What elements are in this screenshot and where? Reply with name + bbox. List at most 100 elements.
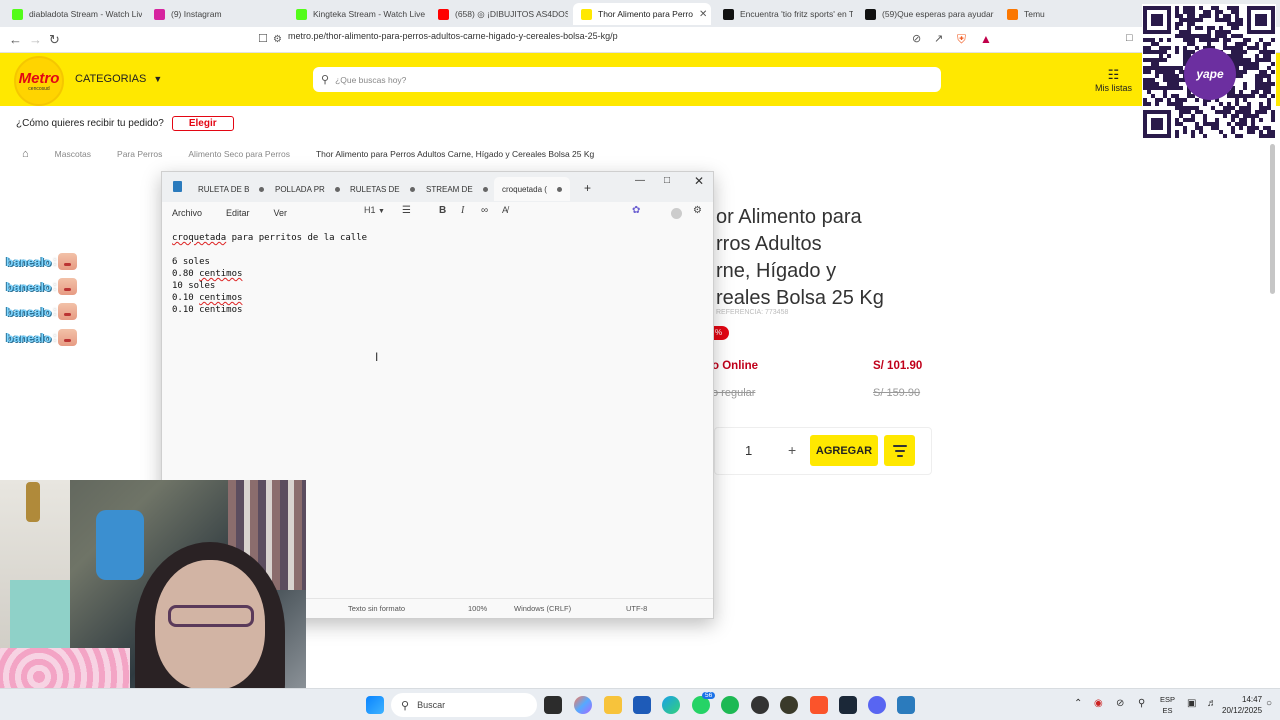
- categories-menu[interactable]: CATEGORIAS ▼: [75, 73, 162, 85]
- qr-module: [1259, 74, 1263, 78]
- menu-ver[interactable]: Ver: [274, 208, 288, 218]
- qr-module: [1155, 98, 1159, 102]
- qr-module: [1163, 70, 1167, 74]
- minimize-icon[interactable]: —: [635, 175, 645, 186]
- account-icon[interactable]: [671, 208, 682, 219]
- browser-tab[interactable]: diabladota Stream - Watch Liv: [4, 3, 142, 25]
- chat-message: banealo:: [6, 329, 78, 346]
- task-view-icon[interactable]: [544, 696, 562, 714]
- notepad-taskbar-icon[interactable]: [897, 696, 915, 714]
- qr-module: [1227, 38, 1231, 42]
- heading-select[interactable]: H1 ▼: [364, 205, 385, 215]
- copilot-icon[interactable]: ✿: [632, 205, 640, 216]
- metro-logo[interactable]: Metro cencosud: [14, 56, 64, 106]
- elegir-button[interactable]: Elegir: [171, 116, 234, 131]
- browser-tab[interactable]: (658) ◎ ¡DIBUJITOS AS4DOS: [430, 3, 568, 25]
- menu-archivo[interactable]: Archivo: [172, 208, 202, 218]
- app-icon[interactable]: [780, 696, 798, 714]
- sidebar-icon[interactable]: □: [1126, 32, 1133, 44]
- monitor-icon[interactable]: ▣: [1187, 698, 1196, 709]
- taskbar-clock[interactable]: 14:47 20/12/2025: [1222, 694, 1262, 716]
- qr-module: [1235, 6, 1239, 10]
- menu-editar[interactable]: Editar: [226, 208, 250, 218]
- obs-icon[interactable]: [751, 696, 769, 714]
- new-tab-icon[interactable]: +: [584, 181, 591, 195]
- close-icon[interactable]: ✕: [694, 174, 704, 188]
- bookmark-icon[interactable]: ☐: [258, 32, 268, 45]
- browser-tab[interactable]: Encuentra 'tio fritz sports' en T: [715, 3, 853, 25]
- edge-icon[interactable]: [662, 696, 680, 714]
- qr-module: [1183, 126, 1187, 130]
- qr-module: [1223, 14, 1227, 18]
- steam-icon[interactable]: [839, 696, 857, 714]
- chevron-up-icon[interactable]: ⌃: [1074, 698, 1082, 709]
- notification-icon[interactable]: ○: [1266, 698, 1272, 709]
- notepad-tab[interactable]: RULETA DE B: [190, 177, 272, 201]
- notepad-tab[interactable]: RULETAS DE: [342, 177, 423, 201]
- discord-icon[interactable]: [868, 696, 886, 714]
- notepad-text-area[interactable]: croquetada para perritos de la calle 6 so…: [172, 232, 367, 316]
- list-format-icon[interactable]: ☰: [402, 205, 411, 216]
- file-explorer-icon[interactable]: [604, 696, 622, 714]
- qr-module: [1247, 102, 1251, 106]
- reload-icon[interactable]: ↻: [49, 32, 60, 48]
- breadcrumb-item[interactable]: Mascotas: [55, 149, 91, 159]
- status-zoom[interactable]: 100%: [468, 604, 487, 613]
- add-to-cart-button[interactable]: AGREGAR: [810, 435, 878, 466]
- browser-tab[interactable]: Thor Alimento para Perro ✕: [573, 3, 711, 25]
- qr-module: [1147, 38, 1151, 42]
- browser-tab[interactable]: Kingteka Stream - Watch Live o: [288, 3, 426, 25]
- mis-listas-button[interactable]: ☷ Mis listas: [1095, 67, 1132, 93]
- qr-module: [1235, 58, 1239, 62]
- microphone-icon[interactable]: ⚲: [1138, 698, 1145, 709]
- taskbar-search[interactable]: ⚲ Buscar: [391, 693, 537, 717]
- browser-tab[interactable]: Temu: [999, 3, 1119, 25]
- brave-rewards-icon[interactable]: ▲: [980, 32, 992, 46]
- notepad-tab[interactable]: croquetada (: [494, 177, 570, 201]
- browser-tab[interactable]: (59)Que esperas para ayudar: [857, 3, 995, 25]
- qr-module: [1223, 46, 1227, 50]
- tray-app-icon[interactable]: ◉: [1094, 698, 1103, 709]
- back-icon[interactable]: ←: [9, 32, 22, 47]
- notepad-tab[interactable]: POLLADA PR: [267, 177, 348, 201]
- store-icon[interactable]: [633, 696, 651, 714]
- qr-module: [1239, 70, 1243, 74]
- text-run: 0.80: [172, 269, 200, 279]
- quantity-plus-button[interactable]: +: [788, 442, 796, 458]
- qr-module: [1231, 26, 1235, 30]
- tray-network-off-icon[interactable]: ⊘: [1116, 698, 1124, 709]
- page-scrollbar[interactable]: [1268, 140, 1278, 688]
- qr-module: [1227, 110, 1231, 114]
- forward-icon[interactable]: →: [29, 32, 42, 47]
- url-field[interactable]: metro.pe/thor-alimento-para-perros-adult…: [288, 31, 618, 41]
- copilot-icon[interactable]: [574, 696, 592, 714]
- link-icon[interactable]: ∞: [481, 205, 488, 216]
- browser-tab[interactable]: (9) Instagram: [146, 3, 284, 25]
- notepad-tab[interactable]: STREAM DE: [418, 177, 496, 201]
- tracking-icon[interactable]: ⊘: [912, 32, 921, 45]
- brave-shield-icon[interactable]: ⛨: [957, 32, 966, 47]
- settings-gear-icon[interactable]: ⚙: [693, 205, 702, 216]
- site-info-icon[interactable]: ⚙: [273, 34, 282, 45]
- text-line: 0.80 centimos: [172, 268, 367, 280]
- quantity-value[interactable]: 1: [745, 443, 752, 458]
- scrollbar-thumb[interactable]: [1270, 144, 1275, 294]
- clear-format-icon[interactable]: A̸: [502, 205, 508, 215]
- language-indicator[interactable]: ESP ES: [1160, 694, 1175, 716]
- breadcrumb-item[interactable]: Para Perros: [117, 149, 162, 159]
- brave-icon[interactable]: [810, 696, 828, 714]
- qr-module: [1255, 86, 1259, 90]
- breadcrumb-item[interactable]: Alimento Seco para Perros: [188, 149, 290, 159]
- volume-icon[interactable]: ♬: [1207, 698, 1217, 709]
- search-input[interactable]: ⚲ ¿Que buscas hoy?: [313, 67, 941, 92]
- home-icon[interactable]: ⌂: [22, 148, 29, 160]
- bold-icon[interactable]: B: [439, 205, 446, 216]
- italic-icon[interactable]: I: [461, 205, 464, 216]
- share-icon[interactable]: ↗: [934, 32, 943, 45]
- start-icon[interactable]: [366, 696, 384, 714]
- spotify-icon[interactable]: [721, 696, 739, 714]
- close-tab-icon[interactable]: ✕: [699, 9, 707, 20]
- maximize-icon[interactable]: □: [664, 175, 670, 186]
- add-to-list-button[interactable]: [884, 435, 915, 466]
- qr-module: [1191, 34, 1195, 38]
